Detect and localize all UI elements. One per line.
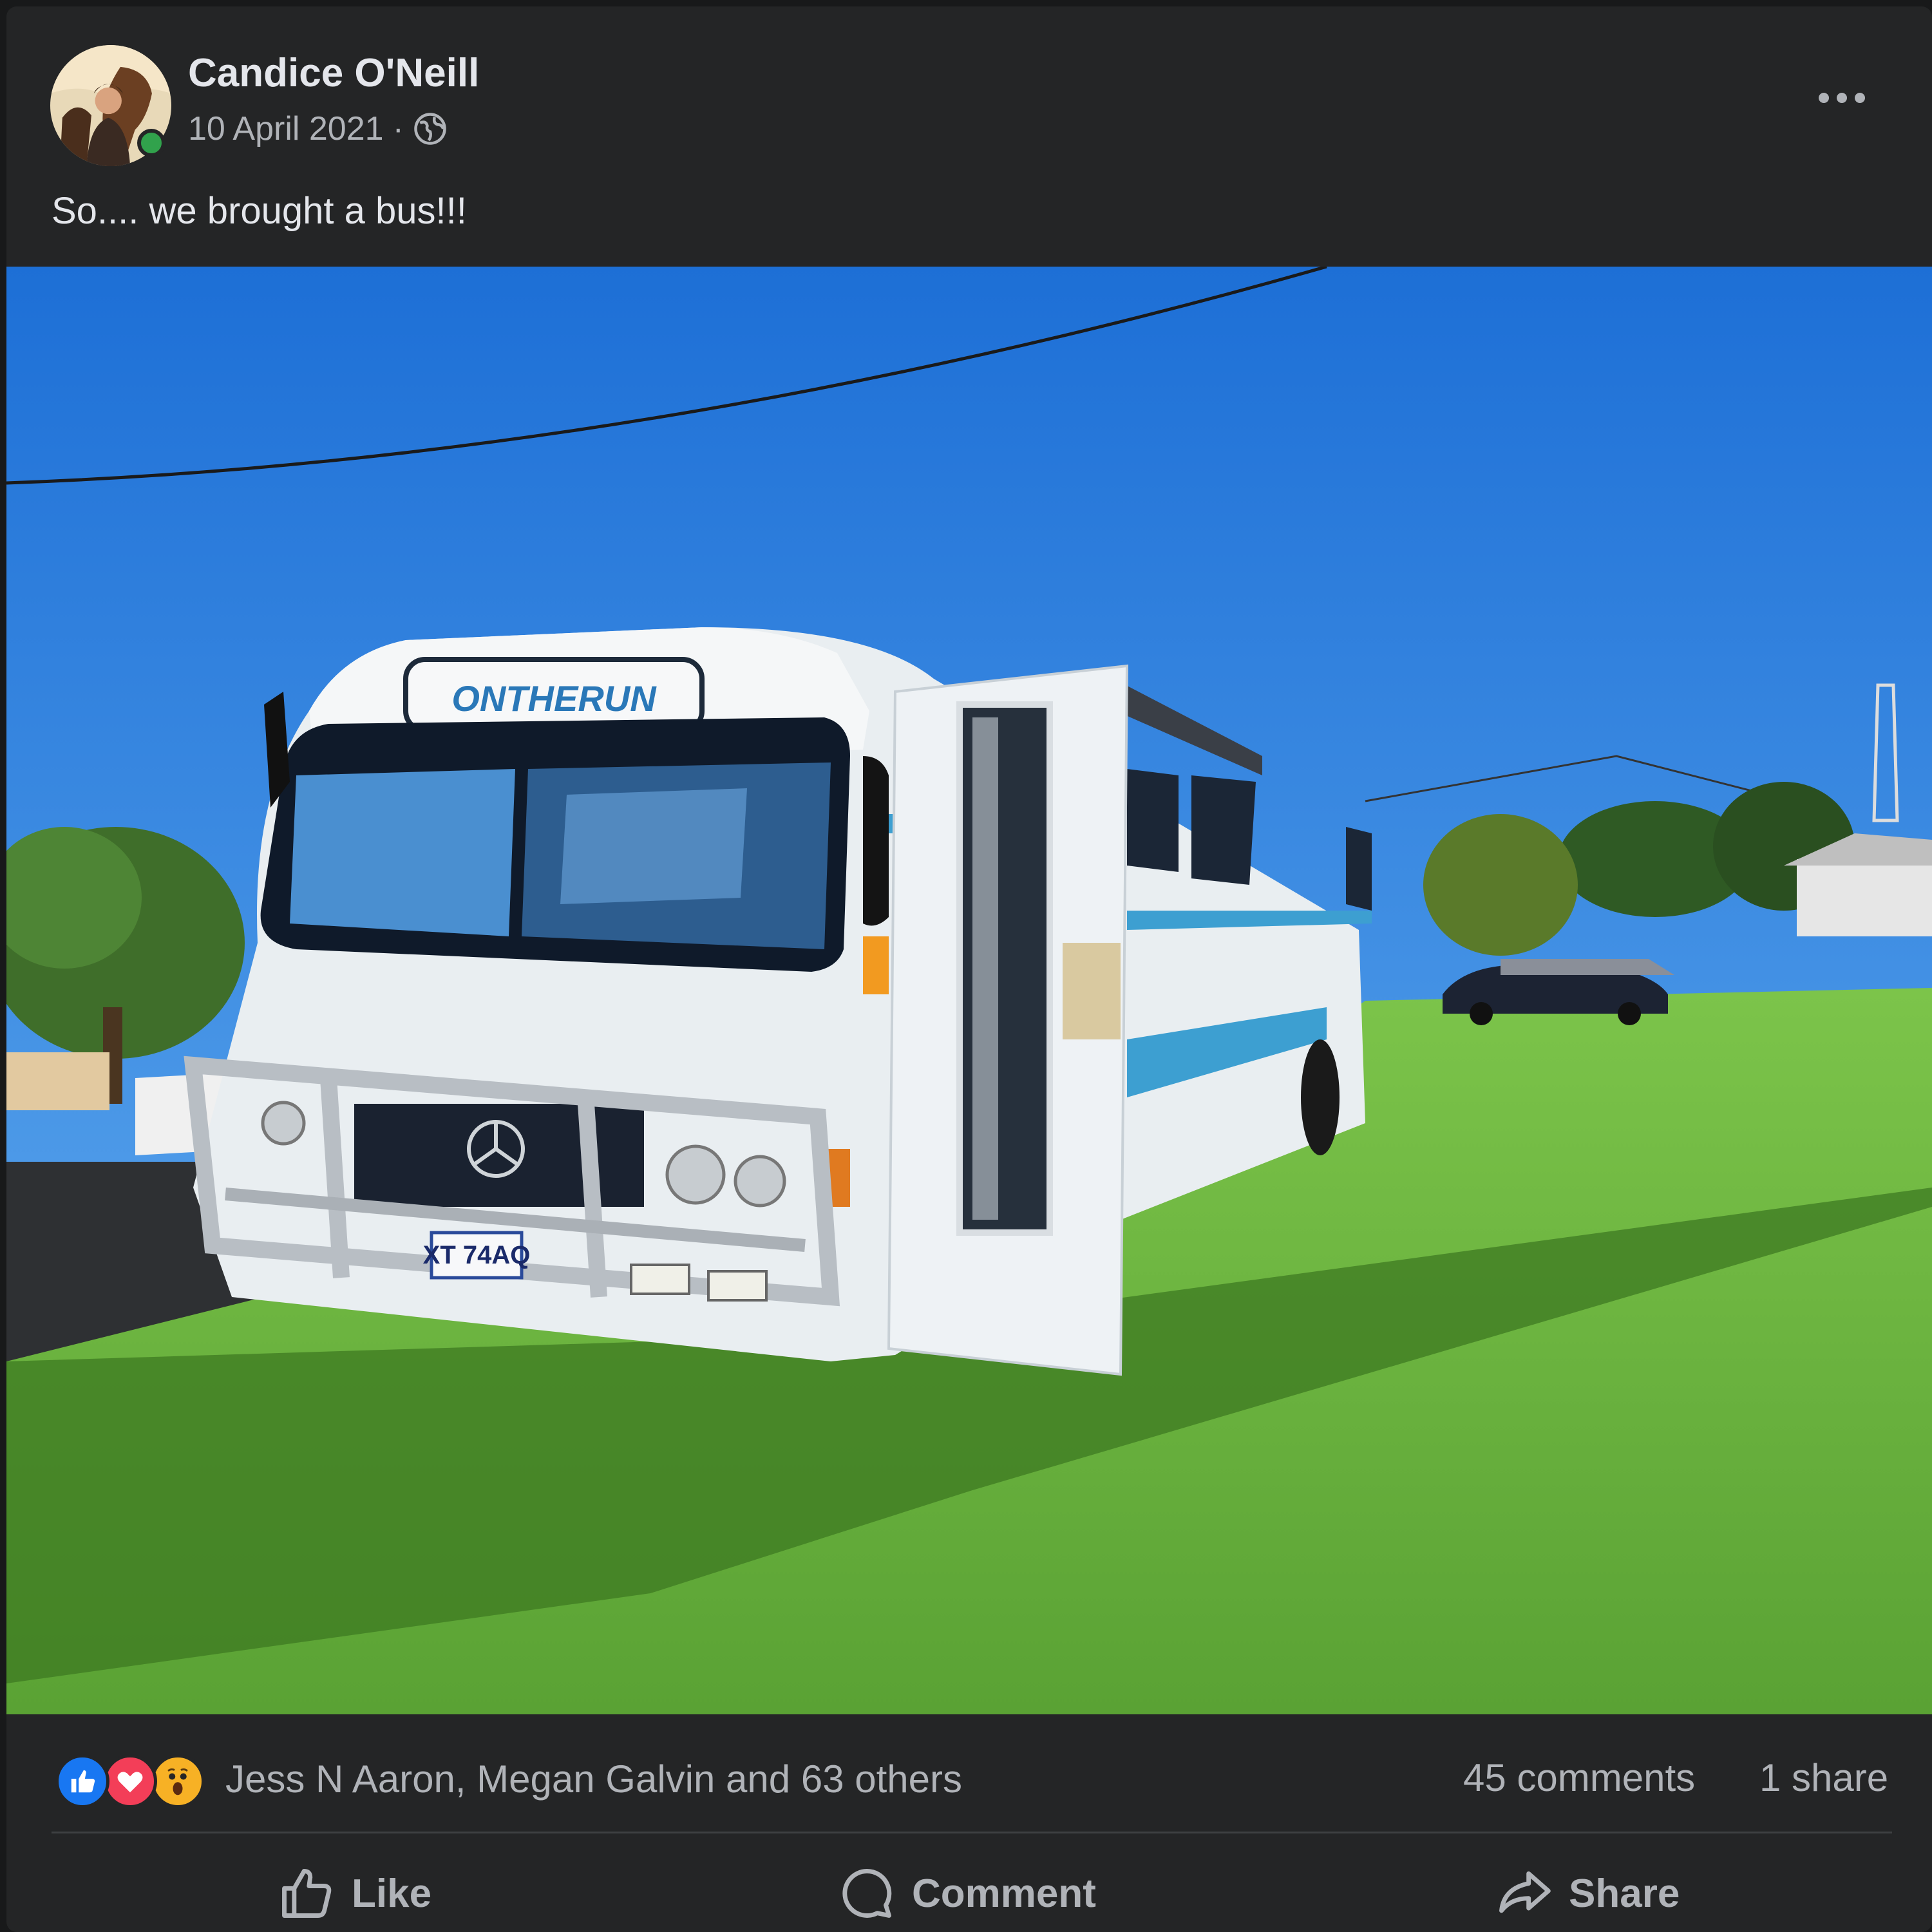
post-text: So.... we brought a bus!!! xyxy=(52,190,467,232)
more-dot-icon xyxy=(1837,93,1847,103)
like-label: Like xyxy=(352,1871,432,1916)
like-reaction-icon xyxy=(55,1754,109,1808)
post-photo[interactable]: ONTHERUN XT 74AQ xyxy=(6,267,1932,1714)
wow-reaction-icon xyxy=(151,1754,205,1808)
globe-icon[interactable] xyxy=(413,111,448,146)
bus-number-plate: XT 74AQ xyxy=(423,1241,531,1269)
post-date[interactable]: 10 April 2021 xyxy=(188,109,384,148)
bus-destination-sign: ONTHERUN xyxy=(451,678,657,719)
share-button[interactable]: Share xyxy=(1494,1861,1680,1926)
author-name[interactable]: Candice O'Neill xyxy=(188,50,479,96)
actions-divider xyxy=(52,1832,1892,1833)
reacted-by-text[interactable]: Jess N Aaron, Megan Galvin and 63 others xyxy=(225,1757,962,1801)
more-options-button[interactable] xyxy=(1803,79,1880,117)
comment-bubble-icon xyxy=(842,1869,892,1918)
like-button[interactable]: Like xyxy=(277,1861,431,1926)
more-dot-icon xyxy=(1819,93,1829,103)
online-status-dot xyxy=(137,129,166,157)
more-dot-icon xyxy=(1855,93,1865,103)
comments-count[interactable]: 45 comments xyxy=(1463,1756,1695,1800)
love-reaction-icon xyxy=(103,1754,157,1808)
feed-post: Candice O'Neill 10 April 2021 · So.... w… xyxy=(6,6,1932,1932)
post-meta: 10 April 2021 · xyxy=(188,109,448,148)
comment-button[interactable]: Comment xyxy=(837,1861,1096,1926)
comment-label: Comment xyxy=(912,1871,1096,1916)
reaction-icons[interactable] xyxy=(55,1754,205,1808)
share-label: Share xyxy=(1569,1871,1680,1916)
share-arrow-icon xyxy=(1499,1871,1551,1913)
thumbs-up-icon xyxy=(282,1869,332,1918)
shares-count[interactable]: 1 share xyxy=(1759,1756,1888,1800)
meta-separator: · xyxy=(392,110,404,147)
